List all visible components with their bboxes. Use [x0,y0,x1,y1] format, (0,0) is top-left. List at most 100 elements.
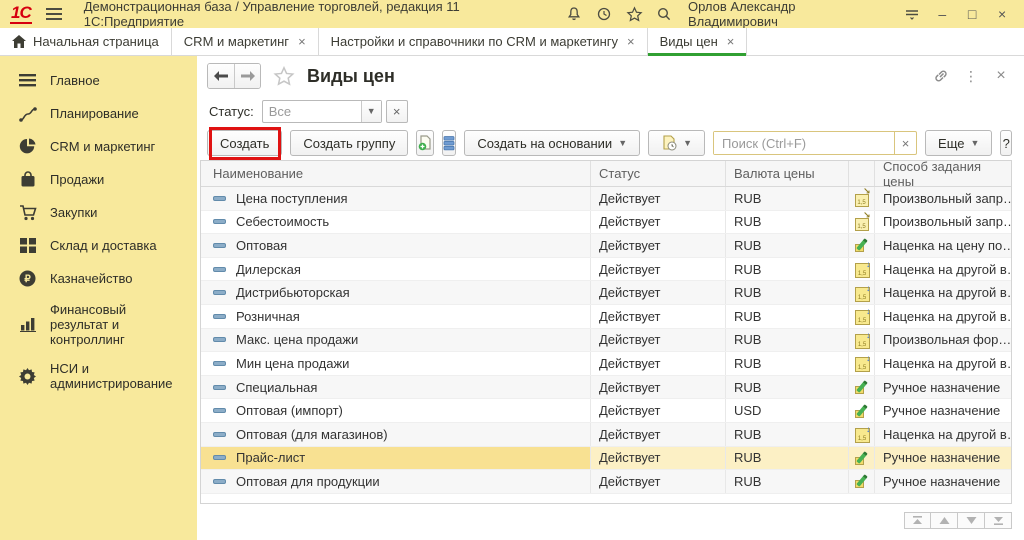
column-header-status[interactable]: Статус [591,161,726,186]
get-link-icon[interactable] [932,67,950,85]
row-name: Прайс-лист [236,450,305,465]
help-button[interactable]: ? [1000,130,1012,156]
row-currency: RUB [726,234,849,257]
table-row[interactable]: Розничная Действует RUB Наценка на друго… [201,305,1011,329]
sidebar-item-main[interactable]: Главное [0,64,197,97]
table-row[interactable]: Дилерская Действует RUB Наценка на друго… [201,258,1011,282]
table-row[interactable]: Дистрибьюторская Действует RUB Наценка н… [201,281,1011,305]
table-row[interactable]: Прайс-лист Действует RUB Ручное назначен… [201,447,1011,471]
row-currency: RUB [726,352,849,375]
search-box[interactable]: × [713,131,917,155]
row-currency: RUB [726,423,849,446]
status-filter-combobox[interactable]: Все ▼ [262,100,382,123]
go-previous-button[interactable] [931,512,958,529]
table-pager [904,512,1012,529]
back-button[interactable] [208,64,234,88]
row-currency: RUB [726,305,849,328]
table-row[interactable]: Цена поступления Действует RUB Произволь… [201,187,1011,211]
column-header-name[interactable]: Наименование [201,161,591,186]
price-method-icon [854,308,870,324]
price-kind-dash-icon [213,432,226,437]
favorites-star-icon[interactable] [622,3,646,25]
bag-icon [18,170,37,189]
add-to-favorites-star-icon[interactable] [273,66,295,87]
go-next-button[interactable] [958,512,985,529]
price-method-icon [854,355,870,371]
table-row[interactable]: Специальная Действует RUB Ручное назначе… [201,376,1011,400]
copy-item-button[interactable] [416,130,434,156]
row-name: Оптовая для продукции [236,474,380,489]
bar-chart-icon [18,315,37,334]
tab-crm-marketing[interactable]: CRM и маркетинг × [172,28,319,55]
more-button[interactable]: Еще ▼ [925,130,992,156]
history-icon[interactable] [592,3,616,25]
sidebar-item-administration[interactable]: НСИ и администрирование [0,354,197,398]
tab-close-icon[interactable]: × [627,34,635,49]
row-method: Наценка на другой в… [875,258,1011,281]
window-close-button[interactable]: × [990,3,1014,25]
menu-lines-icon [18,71,37,90]
table-row[interactable]: Макс. цена продажи Действует RUB Произво… [201,329,1011,353]
report-dropdown-button[interactable]: ▼ [648,130,705,156]
table-row[interactable]: Мин цена продажи Действует RUB Наценка н… [201,352,1011,376]
current-user[interactable]: Орлов Александр Владимирович [688,0,888,29]
tab-home[interactable]: Начальная страница [0,28,172,55]
sidebar-item-planning[interactable]: Планирование [0,97,197,130]
sidebar-item-sales[interactable]: Продажи [0,163,197,196]
go-first-button[interactable] [904,512,931,529]
table-row[interactable]: Оптовая для продукции Действует RUB Ручн… [201,470,1011,494]
route-chart-icon [18,104,37,123]
tab-label: Виды цен [660,34,718,49]
row-name: Оптовая (импорт) [236,403,343,418]
window-maximize-button[interactable]: □ [960,3,984,25]
row-method: Ручное назначение [875,376,1011,399]
table-row[interactable]: Оптовая Действует RUB Наценка на цену по… [201,234,1011,258]
row-status: Действует [591,447,726,470]
status-filter-clear-button[interactable]: × [386,100,408,123]
notifications-bell-icon[interactable] [562,3,586,25]
list-settings-button[interactable] [442,130,456,156]
page-title: Виды цен [307,66,395,87]
sidebar-item-purchases[interactable]: Закупки [0,196,197,229]
search-clear-icon[interactable]: × [894,132,916,154]
row-currency: RUB [726,329,849,352]
row-method: Наценка на цену по… [875,234,1011,257]
column-header-method[interactable]: Способ задания цены [875,161,1011,186]
global-search-icon[interactable] [652,3,676,25]
tab-close-icon[interactable]: × [727,34,735,49]
row-currency: RUB [726,470,849,493]
sidebar-item-label: Финансовый результат и контроллинг [50,302,187,347]
sidebar-item-crm[interactable]: CRM и маркетинг [0,130,197,163]
sidebar-item-finance[interactable]: Финансовый результат и контроллинг [0,295,197,354]
go-last-button[interactable] [985,512,1012,529]
row-status: Действует [591,211,726,234]
main-menu-icon[interactable] [46,8,62,20]
chevron-down-icon[interactable]: ▼ [361,101,381,122]
form-close-icon[interactable]: × [992,67,1010,85]
sidebar-item-warehouse[interactable]: Склад и доставка [0,229,197,262]
search-input[interactable] [714,132,894,154]
sidebar-item-label: Закупки [50,205,97,220]
sidebar-item-treasury[interactable]: ₽ Казначейство [0,262,197,295]
window-minimize-button[interactable]: – [930,3,954,25]
row-status: Действует [591,187,726,210]
tab-close-icon[interactable]: × [298,34,306,49]
tab-crm-settings[interactable]: Настройки и справочники по CRM и маркети… [319,28,648,55]
price-method-icon [854,285,870,301]
service-menu-icon[interactable] [900,3,924,25]
create-based-on-button[interactable]: Создать на основании ▼ [464,130,640,156]
table-row[interactable]: Себестоимость Действует RUB Произвольный… [201,211,1011,235]
create-group-button[interactable]: Создать группу [290,130,408,156]
tab-label: Начальная страница [33,34,159,49]
column-header-method-icon[interactable] [849,161,875,186]
tab-price-kinds[interactable]: Виды цен × [648,28,748,55]
form-more-menu-icon[interactable]: ⋮ [962,67,980,85]
column-header-currency[interactable]: Валюта цены [726,161,849,186]
forward-button[interactable] [234,64,260,88]
row-name: Себестоимость [236,214,329,229]
row-status: Действует [591,305,726,328]
chevron-down-icon: ▼ [618,138,627,148]
create-button[interactable]: Создать [207,130,282,156]
table-row[interactable]: Оптовая (для магазинов) Действует RUB На… [201,423,1011,447]
table-row[interactable]: Оптовая (импорт) Действует USD Ручное на… [201,399,1011,423]
